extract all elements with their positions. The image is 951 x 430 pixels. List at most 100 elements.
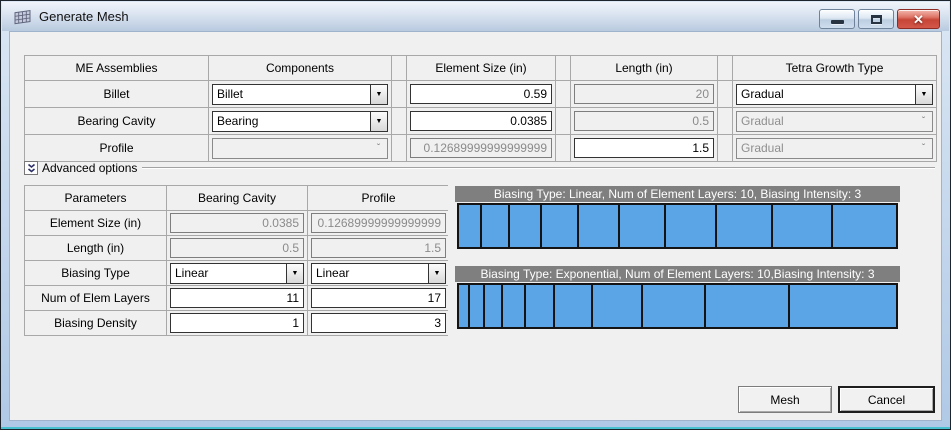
mesh-cell xyxy=(482,205,510,247)
dropdown-value: Gradual xyxy=(737,114,915,128)
dropdown-value: Linear xyxy=(171,266,286,280)
exponential-biasing-panel: Biasing Type: Exponential, Num of Elemen… xyxy=(455,266,900,329)
chevron-down-icon[interactable]: ▼ xyxy=(286,264,303,283)
window-controls: ✕ xyxy=(819,9,940,29)
length-input[interactable]: 1.5 xyxy=(574,138,714,158)
dropdown-value: Billet xyxy=(213,87,370,101)
column-header: Components xyxy=(209,56,391,80)
num-elem-layers-input[interactable]: 11 xyxy=(170,288,304,308)
component-dropdown[interactable]: Bearing ▼ xyxy=(212,111,388,132)
parameters-table: Parameters Bearing Cavity Profile Elemen… xyxy=(24,185,448,336)
chevron-down-icon: ˇ xyxy=(915,112,932,131)
mesh-cell xyxy=(470,285,484,327)
biasing-type-dropdown[interactable]: Linear ▼ xyxy=(170,263,304,284)
title-bar[interactable]: Generate Mesh ✕ xyxy=(2,2,949,31)
mesh-cell xyxy=(706,285,789,327)
table-row: Linear ▼ xyxy=(308,261,449,285)
dropdown-value: Gradual xyxy=(737,87,915,101)
mesh-cell xyxy=(593,285,642,327)
spacer-cell xyxy=(718,56,732,80)
param-label: Num of Elem Layers xyxy=(25,286,166,310)
table-row: 1 xyxy=(167,311,307,335)
chevron-down-icon: ˇ xyxy=(370,139,387,158)
mesh-cell xyxy=(790,285,896,327)
mesh-cell xyxy=(620,205,666,247)
element-size-field: 0.0385 xyxy=(170,213,304,233)
table-row: Gradual ˇ xyxy=(733,108,936,134)
element-size-field: 0.12689999999999999 xyxy=(410,138,552,158)
table-row: 0.0385 xyxy=(167,211,307,235)
component-dropdown: ˇ xyxy=(212,138,388,159)
table-row: 0.59 xyxy=(407,81,555,107)
table-row: 0.0385 xyxy=(407,108,555,134)
table-row: 11 xyxy=(167,286,307,310)
spacer-cell xyxy=(392,81,406,107)
table-row: 20 xyxy=(571,81,717,107)
table-row: Gradual ˇ xyxy=(733,135,936,161)
param-label: Biasing Density xyxy=(25,311,166,335)
mesh-button[interactable]: Mesh xyxy=(738,386,832,413)
param-label: Biasing Type xyxy=(25,261,166,285)
component-dropdown[interactable]: Billet ▼ xyxy=(212,84,388,105)
column-header: ME Assemblies xyxy=(25,56,208,80)
spacer-cell xyxy=(556,108,570,134)
mesh-cell xyxy=(526,285,556,327)
spacer-cell xyxy=(556,81,570,107)
dropdown-value: Bearing xyxy=(213,114,370,128)
biasing-density-input[interactable]: 3 xyxy=(311,313,446,333)
spacer-cell xyxy=(392,135,406,161)
assembly-label: Billet xyxy=(25,81,208,107)
mesh-cell xyxy=(510,205,542,247)
cancel-button[interactable]: Cancel xyxy=(838,386,935,413)
chevron-down-icon[interactable]: ▼ xyxy=(915,85,932,104)
chevron-down-icon: ˇ xyxy=(915,139,932,158)
table-row: Bearing ▼ xyxy=(209,108,391,134)
tetra-growth-dropdown[interactable]: Gradual ▼ xyxy=(736,84,933,105)
close-button[interactable]: ✕ xyxy=(897,9,940,29)
maximize-button[interactable] xyxy=(858,9,894,29)
double-chevron-down-icon xyxy=(26,163,37,174)
table-row: 17 xyxy=(308,286,449,310)
assembly-label: Profile xyxy=(25,135,208,161)
biasing-type-dropdown[interactable]: Linear ▼ xyxy=(311,263,446,284)
minimize-button[interactable] xyxy=(819,9,855,29)
biasing-density-input[interactable]: 1 xyxy=(170,313,304,333)
assembly-label: Bearing Cavity xyxy=(25,108,208,134)
table-row: 1.5 xyxy=(308,236,449,260)
table-row: Linear ▼ xyxy=(167,261,307,285)
generate-mesh-dialog: Generate Mesh ✕ ME Assemblies Components… xyxy=(0,0,951,430)
element-size-input[interactable]: 0.59 xyxy=(410,84,552,104)
panel-caption: Biasing Type: Linear, Num of Element Lay… xyxy=(455,186,900,202)
table-row: 0.12689999999999999 xyxy=(407,135,555,161)
length-field: 0.5 xyxy=(574,111,714,131)
advanced-options-toggle[interactable] xyxy=(24,161,38,175)
table-row: 0.5 xyxy=(571,108,717,134)
spacer-cell xyxy=(718,81,732,107)
element-size-field: 0.12689999999999999 xyxy=(311,213,446,233)
table-row: 0.12689999999999999 xyxy=(308,211,449,235)
mesh-cell xyxy=(459,205,482,247)
spacer-cell xyxy=(718,108,732,134)
num-elem-layers-input[interactable]: 17 xyxy=(311,288,446,308)
dropdown-value: Gradual xyxy=(737,141,915,155)
dropdown-value: Linear xyxy=(312,266,428,280)
spacer-cell xyxy=(392,108,406,134)
close-icon: ✕ xyxy=(913,13,924,26)
column-header: Bearing Cavity xyxy=(167,186,307,210)
advanced-options-label: Advanced options xyxy=(42,161,137,175)
chevron-down-icon[interactable]: ▼ xyxy=(370,112,387,131)
column-header: Length (in) xyxy=(571,56,717,80)
mesh-cell xyxy=(555,285,593,327)
element-size-input[interactable]: 0.0385 xyxy=(410,111,552,131)
mesh-cell xyxy=(579,205,621,247)
chevron-down-icon[interactable]: ▼ xyxy=(370,85,387,104)
column-header: Element Size (in) xyxy=(407,56,555,80)
mesh-cell xyxy=(666,205,717,247)
length-field: 0.5 xyxy=(170,238,304,258)
mesh-grid-icon xyxy=(13,9,32,25)
mesh-cell xyxy=(485,285,503,327)
chevron-down-icon[interactable]: ▼ xyxy=(428,264,445,283)
mesh-cell xyxy=(503,285,526,327)
mesh-cell xyxy=(833,205,896,247)
length-field: 1.5 xyxy=(311,238,446,258)
